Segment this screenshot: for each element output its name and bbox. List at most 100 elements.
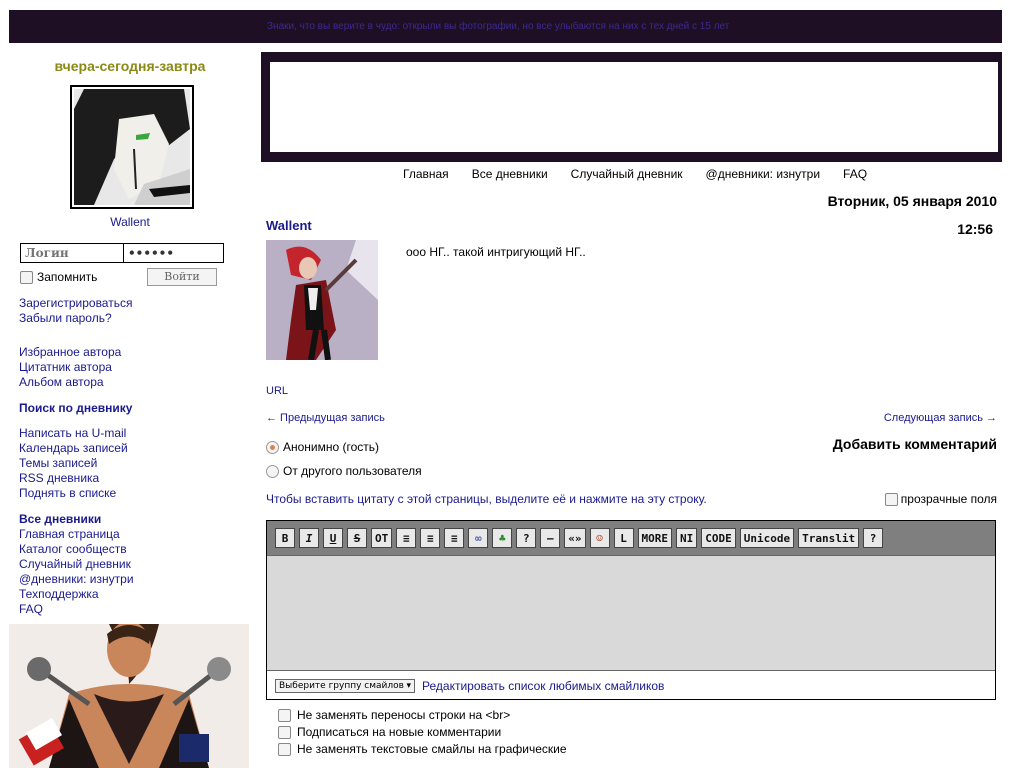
code-button[interactable]: CODE bbox=[701, 528, 736, 548]
italic-button[interactable]: I bbox=[299, 528, 319, 548]
avatar-image bbox=[74, 89, 190, 205]
add-comment-heading: Добавить комментарий bbox=[832, 436, 997, 452]
post-author-link[interactable]: Wallent bbox=[266, 218, 312, 233]
no-smiles-checkbox[interactable] bbox=[278, 742, 291, 756]
other-user-radio-label: От другого пользователя bbox=[283, 464, 422, 478]
author-links: Избранное автора Цитатник автора Альбом … bbox=[19, 345, 121, 390]
no-br-label: Не заменять переносы строки на <br> bbox=[297, 708, 511, 722]
auth-links: Зарегистрироваться Забыли пароль? bbox=[19, 296, 132, 326]
strike-button[interactable]: S bbox=[347, 528, 367, 548]
login-button[interactable]: Войти bbox=[147, 268, 217, 286]
other-user-radio-row: От другого пользователя bbox=[266, 464, 422, 478]
diary-search-link[interactable]: Поиск по дневнику bbox=[19, 401, 132, 416]
translit-button[interactable]: Translit bbox=[798, 528, 860, 548]
post-image[interactable] bbox=[266, 240, 378, 360]
nav-inside[interactable]: @дневники: изнутри bbox=[706, 167, 821, 181]
umail-link[interactable]: Написать на U-mail bbox=[19, 426, 132, 441]
remember-checkbox[interactable] bbox=[20, 270, 33, 284]
transparent-label: прозрачные поля bbox=[900, 492, 997, 506]
justify-button[interactable]: ≡ bbox=[444, 528, 465, 548]
anon-radio[interactable] bbox=[266, 440, 279, 454]
communities-link[interactable]: Каталог сообществ bbox=[19, 542, 134, 557]
other-user-radio[interactable] bbox=[266, 464, 279, 478]
nav-faq[interactable]: FAQ bbox=[843, 167, 867, 181]
sidebar: вчера-сегодня-завтра Wallent Запомнить В… bbox=[0, 43, 260, 768]
smile-group-select-value: Выберите группу смайлов bbox=[279, 681, 404, 691]
home-page-link[interactable]: Главная страница bbox=[19, 527, 134, 542]
support-link[interactable]: Техподдержка bbox=[19, 587, 134, 602]
help-button-2[interactable]: ? bbox=[863, 528, 884, 548]
unicode-button[interactable]: Unicode bbox=[739, 528, 795, 548]
ticker-text[interactable]: Знаки, что вы верите в чудо: открыли вы … bbox=[267, 21, 729, 32]
login-form bbox=[20, 243, 224, 263]
edit-smiles-link[interactable]: Редактировать список любимых смайликов bbox=[422, 679, 664, 693]
register-link[interactable]: Зарегистрироваться bbox=[19, 296, 132, 311]
option-row-1: Не заменять переносы строки на <br> bbox=[278, 708, 510, 722]
dash-button[interactable]: — bbox=[540, 528, 561, 548]
author-quotes-link[interactable]: Цитатник автора bbox=[19, 360, 121, 375]
username-link[interactable]: Wallent bbox=[110, 215, 150, 229]
option-row-2: Подписаться на новые комментарии bbox=[278, 725, 501, 739]
chevron-down-icon: ▾ bbox=[406, 681, 411, 691]
calendar-link[interactable]: Календарь записей bbox=[19, 441, 132, 456]
transparent-checkbox[interactable] bbox=[884, 492, 898, 506]
image-icon[interactable]: ♣ bbox=[492, 528, 513, 548]
avatar[interactable] bbox=[70, 85, 194, 209]
anon-radio-row: Анонимно (гость) bbox=[266, 440, 379, 454]
more-button[interactable]: MORE bbox=[637, 528, 672, 548]
header-frame bbox=[261, 52, 1002, 162]
site-title: вчера-сегодня-завтра bbox=[54, 58, 206, 74]
editor-toolbar: B I U S OT ≡ ≡ ≡ ∞ ♣ ? — «» ☺ L MORE NI … bbox=[267, 521, 995, 555]
no-br-checkbox[interactable] bbox=[278, 708, 291, 722]
inside-link[interactable]: @дневники: изнутри bbox=[19, 572, 134, 587]
post-time: 12:56 bbox=[957, 221, 993, 237]
promo-illustration bbox=[9, 624, 249, 768]
subscribe-checkbox[interactable] bbox=[278, 725, 291, 739]
faq-link[interactable]: FAQ bbox=[19, 602, 134, 617]
diary-links: Поиск по дневнику Написать на U-mail Кал… bbox=[19, 401, 132, 501]
help-button[interactable]: ? bbox=[516, 528, 537, 548]
rss-link[interactable]: RSS дневника bbox=[19, 471, 132, 486]
main-nav: Главная Все дневники Случайный дневник @… bbox=[403, 167, 890, 181]
l-button[interactable]: L bbox=[613, 528, 634, 548]
topics-link[interactable]: Темы записей bbox=[19, 456, 132, 471]
bold-button[interactable]: B bbox=[275, 528, 295, 548]
raise-link[interactable]: Поднять в списке bbox=[19, 486, 132, 501]
random-diary-link[interactable]: Случайный дневник bbox=[19, 557, 134, 572]
all-diaries-link[interactable]: Все дневники bbox=[19, 512, 134, 527]
comment-textarea[interactable] bbox=[267, 555, 995, 671]
link-icon[interactable]: ∞ bbox=[468, 528, 489, 548]
ni-button[interactable]: NI bbox=[676, 528, 698, 548]
subscribe-label: Подписаться на новые комментарии bbox=[297, 725, 502, 739]
prev-post-link[interactable]: ← Предыдущая запись bbox=[266, 412, 385, 424]
remember-row: Запомнить bbox=[20, 270, 97, 284]
nav-home[interactable]: Главная bbox=[403, 167, 449, 181]
transparent-fields-row: прозрачные поля bbox=[884, 492, 997, 506]
login-field[interactable] bbox=[21, 244, 124, 262]
remember-label: Запомнить bbox=[37, 270, 98, 284]
ot-button[interactable]: OT bbox=[371, 528, 393, 548]
smile-group-select[interactable]: Выберите группу смайлов ▾ bbox=[275, 679, 415, 693]
comment-editor: B I U S OT ≡ ≡ ≡ ∞ ♣ ? — «» ☺ L MORE NI … bbox=[266, 520, 996, 700]
nav-all-diaries[interactable]: Все дневники bbox=[472, 167, 548, 181]
promo-image[interactable] bbox=[9, 624, 249, 768]
align-right-button[interactable]: ≡ bbox=[420, 528, 441, 548]
align-left-button[interactable]: ≡ bbox=[396, 528, 417, 548]
nav-random-diary[interactable]: Случайный дневник bbox=[571, 167, 683, 181]
author-album-link[interactable]: Альбом автора bbox=[19, 375, 121, 390]
option-row-3: Не заменять текстовые смайлы на графичес… bbox=[278, 742, 567, 756]
no-smiles-label: Не заменять текстовые смайлы на графичес… bbox=[297, 742, 567, 756]
next-post-link[interactable]: Следующая запись → bbox=[884, 412, 997, 424]
smiley-icon[interactable]: ☺ bbox=[589, 528, 610, 548]
header-banner bbox=[270, 62, 998, 152]
forgot-password-link[interactable]: Забыли пароль? bbox=[19, 311, 132, 326]
all-diaries-links: Все дневники Главная страница Каталог со… bbox=[19, 512, 134, 617]
quote-hint-link[interactable]: Чтобы вставить цитату с этой страницы, в… bbox=[266, 492, 707, 506]
password-field[interactable] bbox=[124, 244, 222, 262]
post-url-link[interactable]: URL bbox=[266, 385, 288, 397]
post-illustration bbox=[266, 240, 378, 360]
quotes-button[interactable]: «» bbox=[564, 528, 586, 548]
author-favorites-link[interactable]: Избранное автора bbox=[19, 345, 121, 360]
post-date: Вторник, 05 января 2010 bbox=[827, 193, 997, 209]
underline-button[interactable]: U bbox=[323, 528, 343, 548]
